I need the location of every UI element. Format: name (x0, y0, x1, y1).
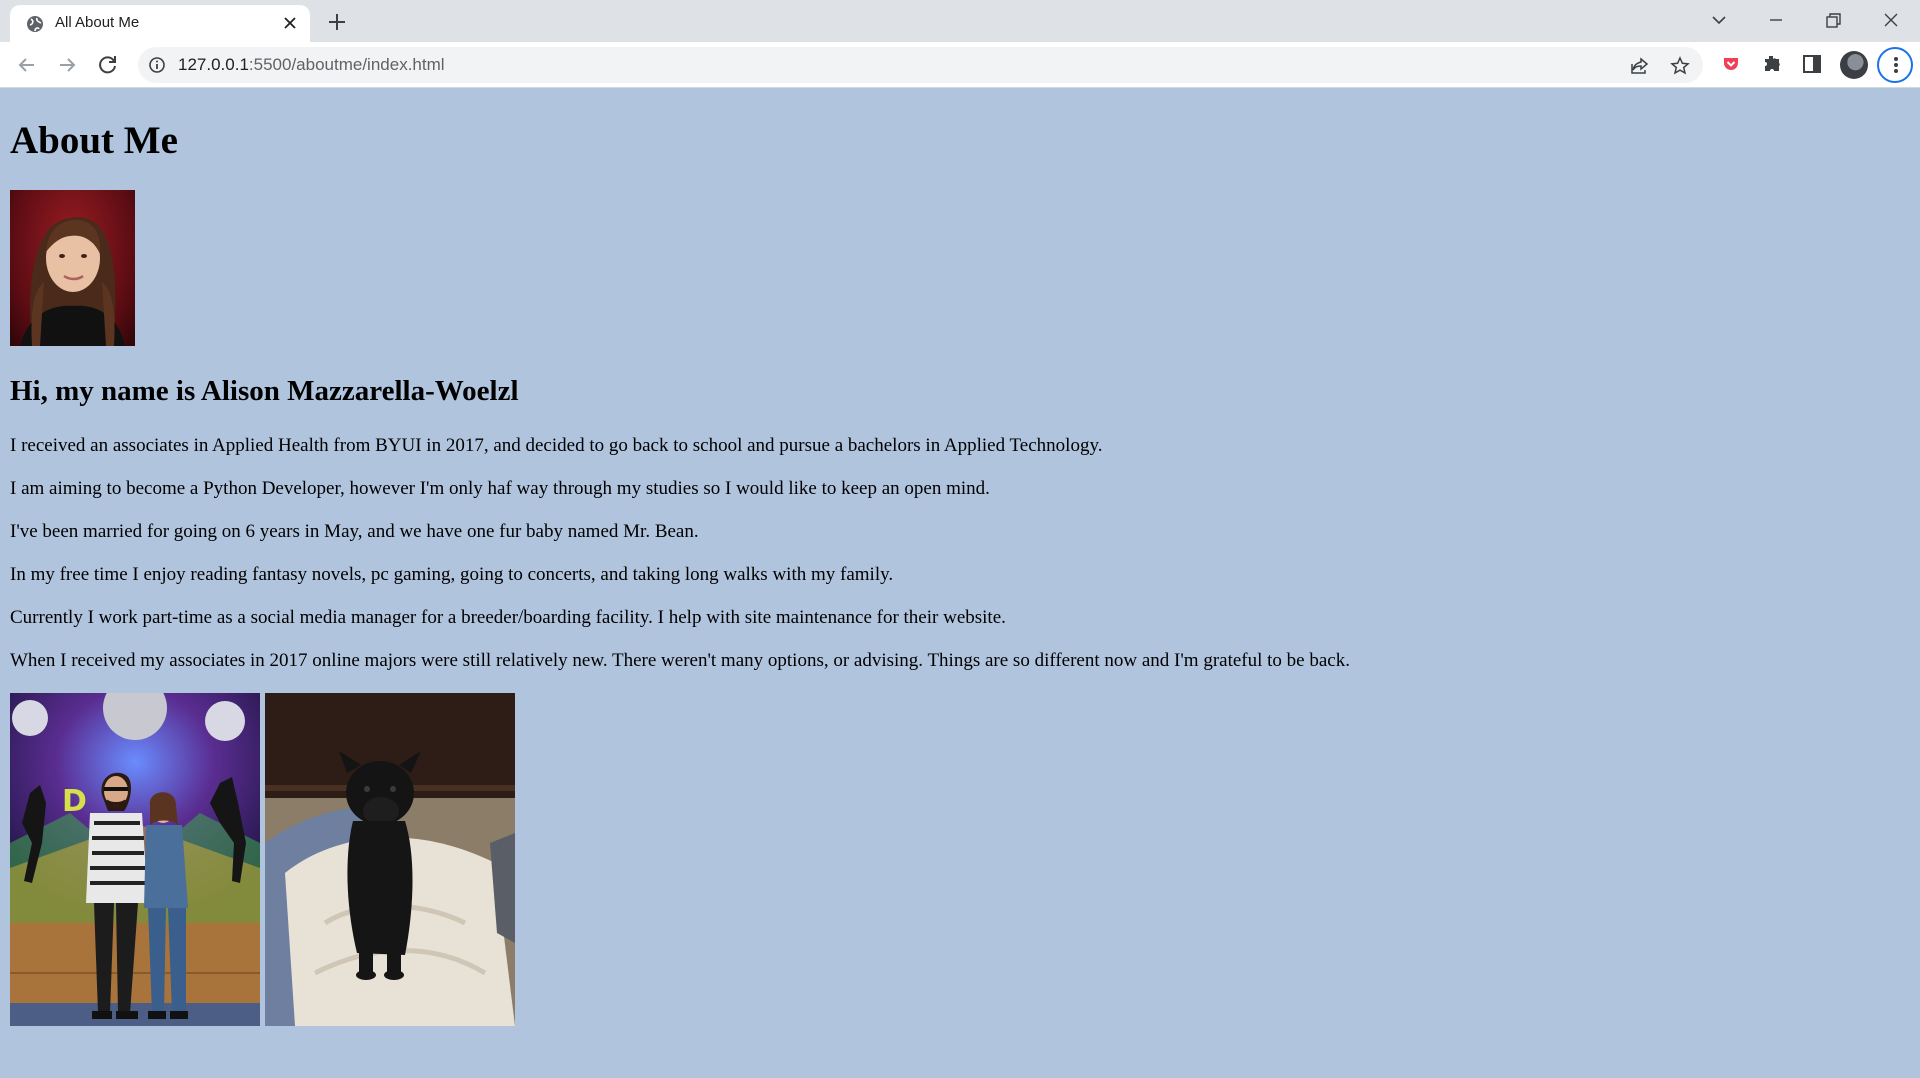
forward-arrow-icon[interactable] (54, 52, 80, 78)
svg-text:D: D (62, 784, 87, 819)
dog-photo (265, 693, 515, 1026)
couple-photo: D (10, 693, 260, 1026)
tab-title: All About Me (55, 14, 140, 31)
share-icon[interactable] (1629, 55, 1651, 77)
intro-heading: Hi, my name is Alison Mazzarella-Woelzl (10, 375, 519, 407)
tab-active[interactable]: All About Me (10, 5, 310, 42)
minimize-icon[interactable] (1761, 6, 1791, 34)
url-text[interactable]: 127.0.0.1:5500/aboutme/index.html (178, 55, 445, 75)
extensions-puzzle-icon[interactable] (1760, 52, 1784, 76)
tab-strip: All About Me (0, 0, 1920, 42)
paragraph-hobbies: In my free time I enjoy reading fantasy … (10, 564, 894, 585)
menu-dot (1894, 69, 1898, 73)
url-host: 127.0.0.1 (178, 55, 249, 74)
menu-dot (1894, 57, 1898, 61)
paragraph-education: I received an associates in Applied Heal… (10, 435, 1103, 456)
paragraph-career-goal: I am aiming to become a Python Developer… (10, 478, 990, 499)
pocket-extension-icon[interactable] (1719, 52, 1743, 76)
paragraph-reflection: When I received my associates in 2017 on… (10, 650, 1350, 671)
paragraph-work: Currently I work part-time as a social m… (10, 607, 1006, 628)
page-title: About Me (10, 119, 178, 162)
side-panel-icon[interactable] (1800, 52, 1824, 76)
new-tab-icon[interactable] (325, 10, 349, 34)
portrait-photo (10, 190, 135, 346)
tab-search-icon[interactable] (1704, 6, 1734, 34)
profile-avatar[interactable] (1840, 51, 1868, 79)
site-info-icon[interactable] (148, 56, 166, 74)
close-tab-icon[interactable] (280, 13, 300, 33)
globe-icon (27, 16, 43, 32)
menu-dot (1894, 63, 1898, 67)
paragraph-family: I've been married for going on 6 years i… (10, 521, 699, 542)
url-path: :5500/aboutme/index.html (248, 55, 445, 74)
restore-icon[interactable] (1818, 6, 1848, 34)
address-bar[interactable]: 127.0.0.1:5500/aboutme/index.html (138, 47, 1703, 83)
back-arrow-icon[interactable] (14, 52, 40, 78)
reload-icon[interactable] (95, 52, 121, 78)
bookmark-star-icon[interactable] (1669, 55, 1691, 77)
close-window-icon[interactable] (1876, 6, 1906, 34)
browser-toolbar: 127.0.0.1:5500/aboutme/index.html (0, 42, 1920, 88)
browser-menu-button[interactable] (1877, 47, 1913, 83)
page-content: About Me Hi, my name is Alison Mazzarell… (0, 89, 1920, 1078)
